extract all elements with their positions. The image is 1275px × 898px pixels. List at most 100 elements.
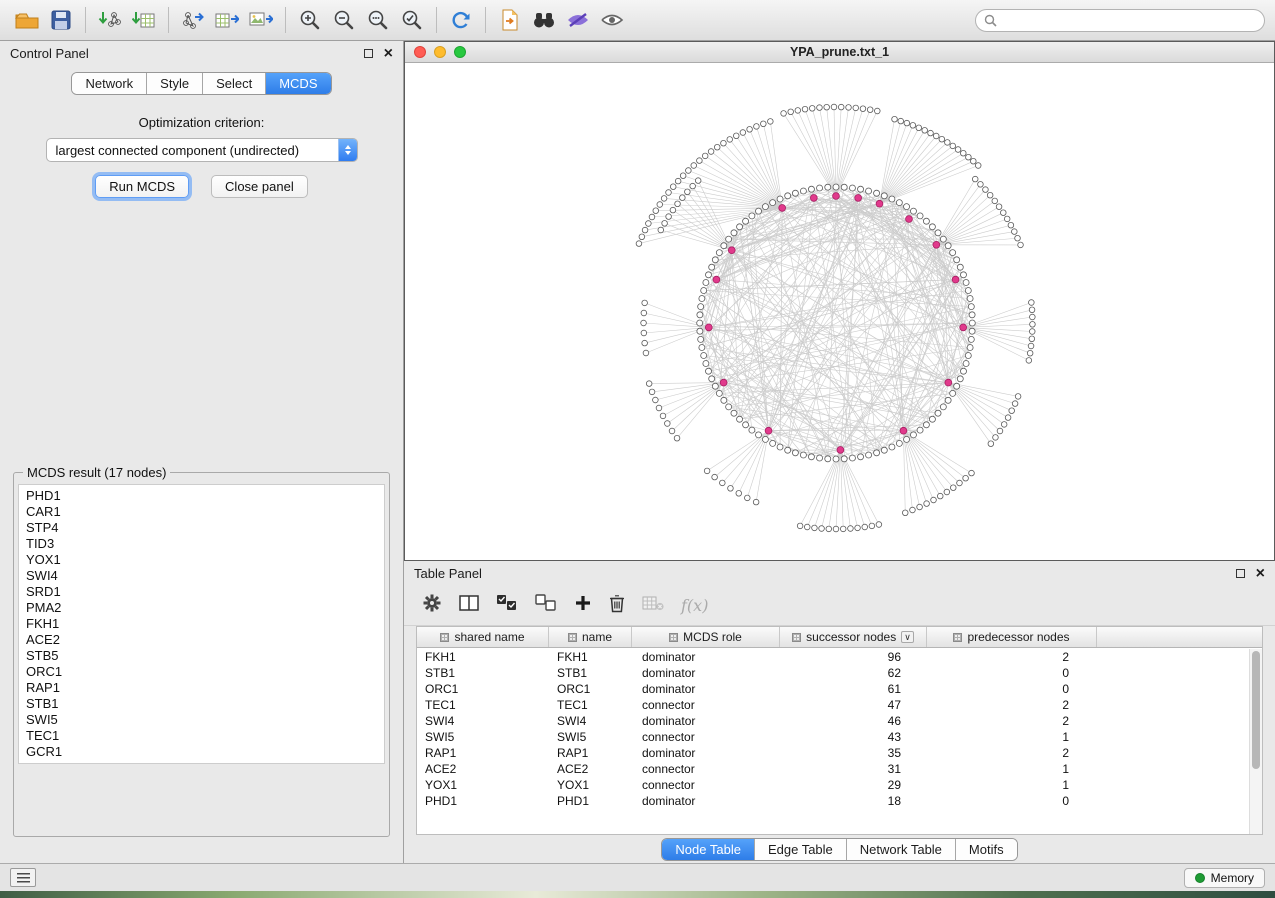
export-image-icon [249,9,273,31]
window-zoom-button[interactable] [454,46,466,58]
network-graph[interactable] [405,63,1274,560]
table-tab[interactable]: Node Table [662,839,755,860]
zoom-out-button[interactable] [327,2,361,38]
refresh-button[interactable] [444,2,478,38]
delete-column-button[interactable] [609,593,625,618]
mcds-result-node[interactable]: SRD1 [26,584,377,600]
cell-predecessor-nodes: 0 [927,666,1097,680]
window-minimize-button[interactable] [434,46,446,58]
control-panel-tab[interactable]: Select [203,73,266,94]
show-columns-button[interactable] [459,594,479,617]
table-tab[interactable]: Motifs [956,839,1017,860]
table-row[interactable]: FKH1 FKH1 dominator 96 2 [417,649,1249,665]
column-type-icon [669,633,678,642]
search-input[interactable] [1002,13,1256,27]
mcds-result-node[interactable]: STB1 [26,696,377,712]
scrollbar-thumb[interactable] [1252,651,1260,769]
show-details-button[interactable] [595,2,629,38]
column-settings-button[interactable] [422,593,442,618]
column-header[interactable]: predecessor nodes [927,627,1097,647]
table-row[interactable]: PHD1 PHD1 dominator 18 0 [417,793,1249,809]
network-canvas[interactable] [405,63,1274,560]
window-close-button[interactable] [414,46,426,58]
select-all-icon [496,594,518,612]
control-panel-tab[interactable]: MCDS [266,73,330,94]
run-mcds-button[interactable]: Run MCDS [95,175,189,198]
export-table-button[interactable] [210,2,244,38]
cell-successor-nodes: 46 [780,714,927,728]
optimization-criterion-select[interactable]: largest connected component (undirected) [46,138,358,162]
save-button[interactable] [44,2,78,38]
mcds-result-title: MCDS result (17 nodes) [23,465,170,480]
mcds-result-node[interactable]: FKH1 [26,616,377,632]
mcds-result-node[interactable]: RAP1 [26,680,377,696]
table-row[interactable]: SWI4 SWI4 dominator 46 2 [417,713,1249,729]
network-window-titlebar[interactable]: YPA_prune.txt_1 [405,42,1274,63]
mcds-result-node[interactable]: STB5 [26,648,377,664]
delete-table-button[interactable] [642,595,664,616]
mcds-result-node[interactable]: STP4 [26,520,377,536]
table-row[interactable]: TEC1 TEC1 connector 47 2 [417,697,1249,713]
zoom-selected-icon [401,9,423,31]
add-column-button[interactable] [574,594,592,617]
zoom-in-button[interactable] [293,2,327,38]
export-image-button[interactable] [244,2,278,38]
open-file-button[interactable] [10,2,44,38]
mcds-result-node[interactable]: PMA2 [26,600,377,616]
select-all-button[interactable] [496,594,518,617]
list-icon [17,873,30,883]
control-panel-tab[interactable]: Style [147,73,203,94]
table-row[interactable]: ACE2 ACE2 connector 31 1 [417,761,1249,777]
column-header[interactable]: MCDS role [632,627,780,647]
hide-details-button[interactable] [561,2,595,38]
close-panel-button[interactable]: Close panel [211,175,308,198]
export-table-icon [215,9,239,31]
import-table-button[interactable] [127,2,161,38]
mcds-result-node[interactable]: GCR1 [26,744,377,760]
memory-button[interactable]: Memory [1184,868,1265,888]
panel-menu-button[interactable] [10,868,36,887]
mcds-result-node[interactable]: ACE2 [26,632,377,648]
import-network-button[interactable] [93,2,127,38]
sort-indicator-icon[interactable]: ∨ [901,631,914,643]
mcds-result-node[interactable]: SWI5 [26,712,377,728]
table-row[interactable]: SWI5 SWI5 connector 43 1 [417,729,1249,745]
mcds-result-node[interactable]: CAR1 [26,504,377,520]
search-field[interactable] [975,9,1265,32]
mcds-result-node[interactable]: YOX1 [26,552,377,568]
column-header[interactable]: shared name [417,627,549,647]
column-header[interactable] [1097,627,1262,647]
cell-successor-nodes: 62 [780,666,927,680]
zoom-fit-button[interactable] [361,2,395,38]
clear-selection-button[interactable] [535,594,557,617]
control-panel-tab[interactable]: Network [72,73,147,94]
search-icon [984,14,997,27]
column-header[interactable]: name [549,627,632,647]
export-network-button[interactable] [176,2,210,38]
close-panel-icon[interactable]: × [384,46,393,62]
mcds-result-node[interactable]: TEC1 [26,728,377,744]
table-tab[interactable]: Network Table [847,839,956,860]
table-scrollbar[interactable] [1249,649,1262,834]
float-panel-icon[interactable] [1236,569,1245,578]
close-panel-icon[interactable]: × [1256,566,1265,582]
table-row[interactable]: ORC1 ORC1 dominator 61 0 [417,681,1249,697]
float-panel-icon[interactable] [364,49,373,58]
find-button[interactable] [527,2,561,38]
cell-predecessor-nodes: 2 [927,650,1097,664]
function-builder-button[interactable]: f(x) [681,596,708,615]
mcds-result-node[interactable]: TID3 [26,536,377,552]
table-row[interactable]: RAP1 RAP1 dominator 35 2 [417,745,1249,761]
mcds-result-node[interactable]: SWI4 [26,568,377,584]
column-header[interactable]: successor nodes ∨ [780,627,927,647]
table-row[interactable]: STB1 STB1 dominator 62 0 [417,665,1249,681]
table-row[interactable]: YOX1 YOX1 connector 29 1 [417,777,1249,793]
document-share-button[interactable] [493,2,527,38]
column-type-icon [792,633,801,642]
zoom-selected-button[interactable] [395,2,429,38]
mcds-result-node[interactable]: ORC1 [26,664,377,680]
table-tab[interactable]: Edge Table [755,839,847,860]
mcds-result-node[interactable]: PHD1 [26,488,377,504]
import-table-icon [132,9,156,31]
trash-icon [609,593,625,613]
